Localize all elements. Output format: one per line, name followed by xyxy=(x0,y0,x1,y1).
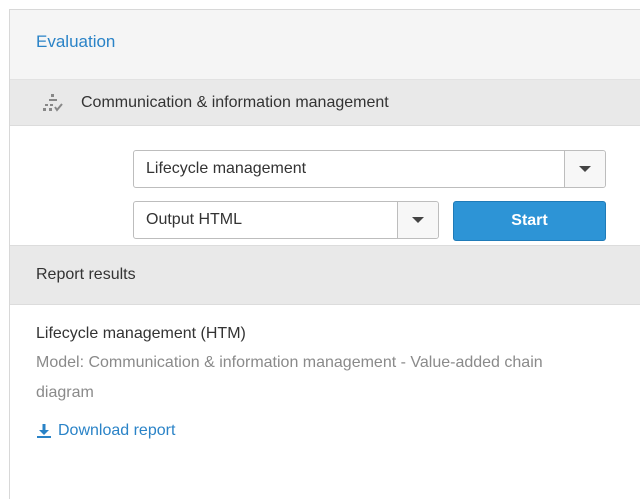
report-controls: Lifecycle management Output HTML Start xyxy=(10,126,640,245)
chevron-down-icon xyxy=(412,217,424,223)
result-item: Lifecycle management (HTM) Model: Commun… xyxy=(10,305,640,440)
download-icon xyxy=(36,423,52,439)
download-label: Download report xyxy=(58,422,176,439)
evaluation-title[interactable]: Evaluation xyxy=(36,32,115,51)
start-button[interactable]: Start xyxy=(453,201,606,241)
model-name: Communication & information management xyxy=(81,93,389,111)
report-select-value: Lifecycle management xyxy=(146,160,307,177)
result-meta: Model: Communication & information manag… xyxy=(36,354,543,401)
result-name: Lifecycle management (HTM) xyxy=(36,325,246,342)
report-select[interactable]: Lifecycle management xyxy=(133,150,606,188)
report-select-dropdown[interactable] xyxy=(564,151,605,187)
evaluation-header: Evaluation xyxy=(10,10,640,80)
chevron-down-icon xyxy=(579,166,591,172)
format-select-dropdown[interactable] xyxy=(397,202,438,238)
value-chain-icon xyxy=(43,93,63,112)
format-select-value: Output HTML xyxy=(146,211,243,228)
model-bar: Communication & information management xyxy=(10,80,640,126)
results-header: Report results xyxy=(10,245,640,305)
format-select[interactable]: Output HTML xyxy=(133,201,439,239)
evaluation-panel: Evaluation Communication & information m… xyxy=(9,9,640,499)
results-title: Report results xyxy=(36,266,136,283)
download-report-link[interactable]: Download report xyxy=(36,422,640,440)
